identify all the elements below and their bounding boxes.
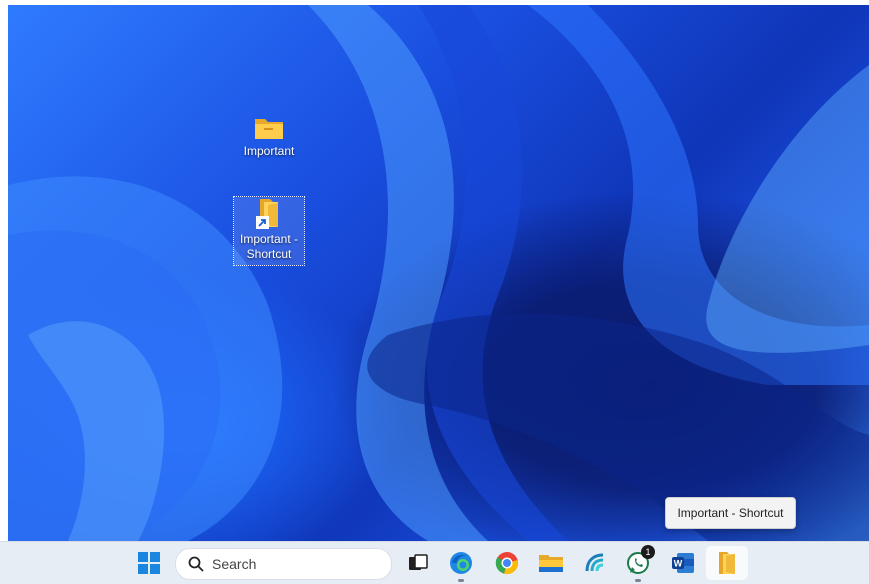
taskbar-app-whatsapp[interactable]: 1	[625, 545, 655, 582]
desktop-icon-label: Important	[243, 144, 295, 158]
notification-badge: 1	[641, 545, 655, 559]
taskbar-app-file-explorer[interactable]	[538, 550, 564, 576]
desktop-icon-important-shortcut[interactable]: Important - Shortcut	[233, 196, 305, 266]
desktop-icon-important[interactable]: Important	[234, 115, 304, 159]
wave-app-icon	[585, 553, 604, 572]
desktop-icon-label-line2: Shortcut	[246, 247, 292, 261]
task-view-icon	[409, 554, 428, 570]
desktop-icon-label-line1: Important -	[239, 232, 299, 246]
taskbar: Search 1 W	[0, 541, 869, 584]
folder-shortcut-icon	[719, 552, 735, 574]
taskbar-app-chrome[interactable]	[494, 550, 520, 576]
taskbar-app-word[interactable]: W	[670, 550, 696, 576]
folder-icon	[539, 555, 563, 572]
search-label: Search	[212, 556, 257, 572]
edge-icon	[450, 552, 472, 574]
running-indicator	[458, 579, 464, 582]
taskbar-search-box[interactable]: Search	[175, 548, 392, 580]
wallpaper-bloom	[8, 5, 869, 541]
taskbar-tooltip: Important - Shortcut	[665, 497, 796, 529]
word-icon: W	[672, 553, 694, 573]
taskbar-app-edge[interactable]	[448, 550, 474, 582]
task-view-button[interactable]	[405, 550, 431, 576]
chrome-icon	[495, 552, 518, 574]
taskbar-app-wave[interactable]	[582, 550, 608, 576]
desktop-wallpaper[interactable]: Important Important - Shortcut	[8, 5, 869, 541]
search-icon	[188, 556, 204, 572]
windows-logo-icon	[138, 552, 160, 574]
svg-text:W: W	[674, 559, 683, 569]
folder-icon	[255, 119, 283, 139]
running-indicator	[635, 579, 641, 582]
taskbar-app-important-shortcut[interactable]	[706, 546, 748, 580]
start-button[interactable]	[136, 550, 162, 576]
folder-shortcut-icon	[254, 197, 284, 229]
